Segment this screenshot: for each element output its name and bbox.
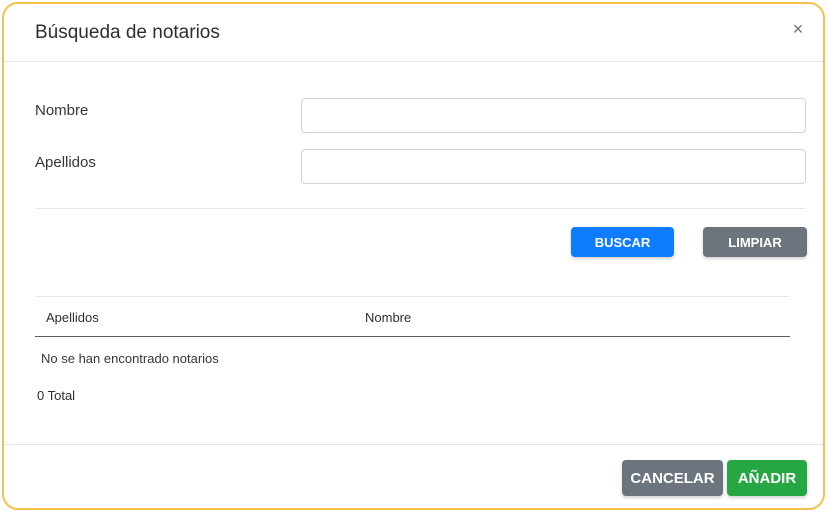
table-header-row: Apellidos Nombre (35, 296, 790, 337)
apellidos-label: Apellidos (35, 154, 96, 171)
nombre-input[interactable] (301, 98, 806, 133)
results-total: 0 Total (37, 388, 76, 403)
dialog-header: Búsqueda de notarios × (4, 4, 823, 62)
results-table: Apellidos Nombre (35, 296, 790, 337)
column-header-apellidos[interactable]: Apellidos (46, 310, 99, 325)
limpiar-button[interactable]: LIMPIAR (703, 227, 807, 257)
column-header-nombre[interactable]: Nombre (365, 310, 411, 325)
cancel-button[interactable]: CANCELAR (622, 460, 723, 496)
footer-divider (4, 444, 823, 445)
nombre-label: Nombre (35, 102, 89, 119)
buscar-button[interactable]: BUSCAR (571, 227, 674, 257)
notary-search-dialog: Búsqueda de notarios × Nombre Apellidos … (2, 2, 825, 510)
close-icon[interactable]: × (787, 18, 809, 40)
form-divider (35, 208, 806, 209)
apellidos-input[interactable] (301, 149, 806, 184)
dialog-title: Búsqueda de notarios (35, 22, 220, 43)
empty-results-message: No se han encontrado notarios (41, 351, 219, 366)
add-button[interactable]: AÑADIR (727, 460, 807, 496)
